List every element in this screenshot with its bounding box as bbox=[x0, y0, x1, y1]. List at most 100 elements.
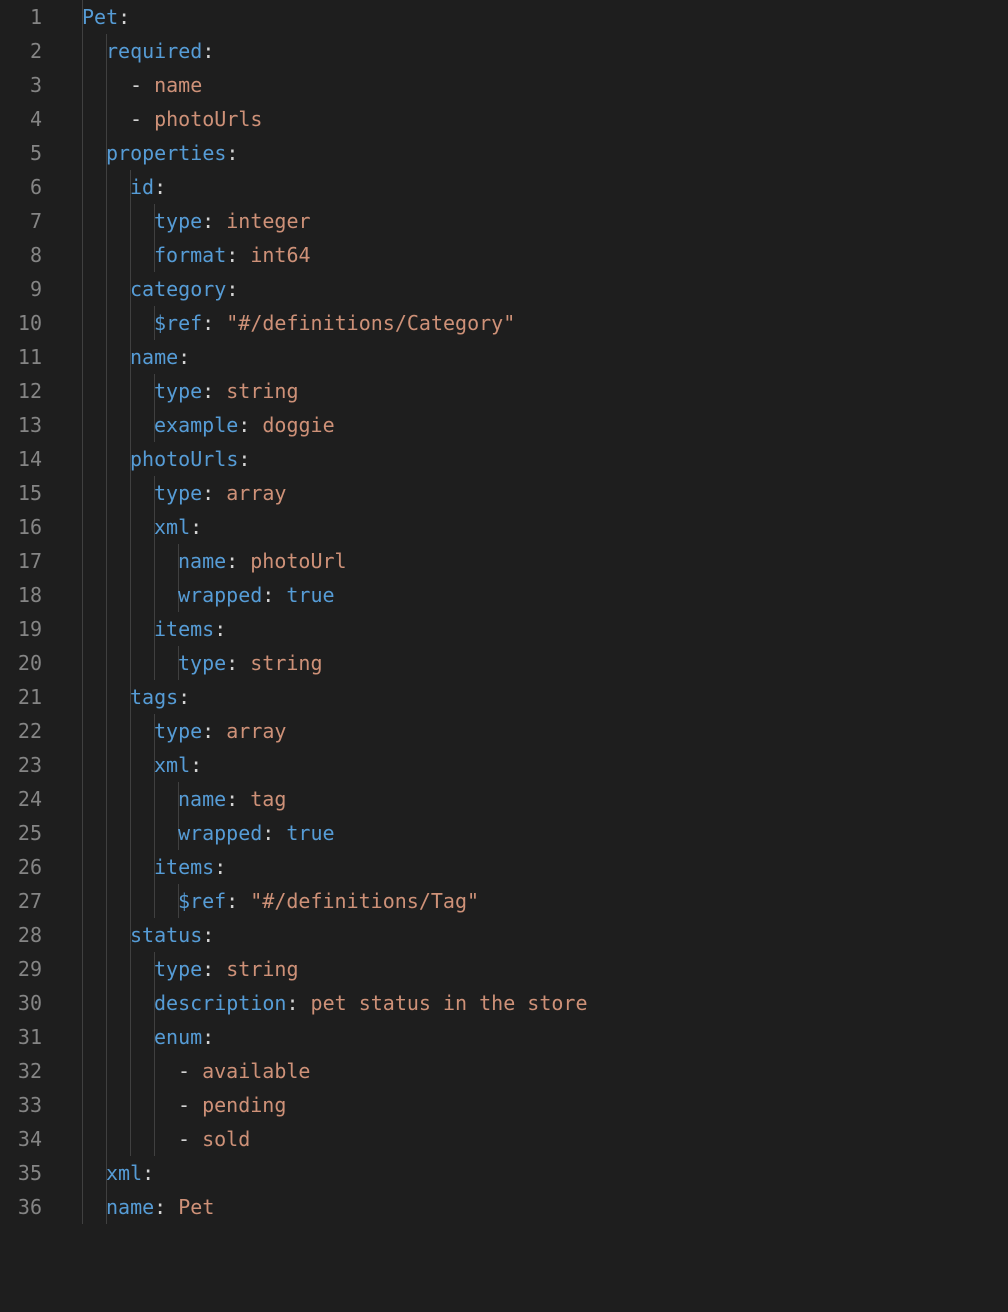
token-str: tag bbox=[250, 787, 286, 811]
token-dash: - bbox=[178, 1093, 190, 1117]
token-key: name bbox=[106, 1195, 154, 1219]
token-key: type bbox=[178, 651, 226, 675]
code-line[interactable]: wrapped: true bbox=[58, 816, 1008, 850]
line-number: 23 bbox=[0, 748, 42, 782]
line-number: 28 bbox=[0, 918, 42, 952]
token-punc: : bbox=[118, 5, 130, 29]
code-line-content: type: string bbox=[58, 651, 323, 675]
code-line[interactable]: - pending bbox=[58, 1088, 1008, 1122]
token-key: name bbox=[130, 345, 178, 369]
token-dash: - bbox=[130, 73, 142, 97]
token-punc: : bbox=[238, 413, 250, 437]
code-line[interactable]: xml: bbox=[58, 510, 1008, 544]
token-punc bbox=[214, 311, 226, 335]
code-line[interactable]: items: bbox=[58, 612, 1008, 646]
code-line[interactable]: - photoUrls bbox=[58, 102, 1008, 136]
token-key: description bbox=[154, 991, 286, 1015]
token-punc: : bbox=[142, 1161, 154, 1185]
code-line[interactable]: - name bbox=[58, 68, 1008, 102]
line-number: 22 bbox=[0, 714, 42, 748]
code-line-content: properties: bbox=[58, 141, 238, 165]
code-line[interactable]: xml: bbox=[58, 1156, 1008, 1190]
code-line[interactable]: - sold bbox=[58, 1122, 1008, 1156]
code-line[interactable]: - available bbox=[58, 1054, 1008, 1088]
code-line-content: - name bbox=[58, 73, 202, 97]
token-punc: : bbox=[202, 39, 214, 63]
token-punc: : bbox=[202, 481, 214, 505]
code-line-content: - photoUrls bbox=[58, 107, 262, 131]
token-str: string bbox=[226, 957, 298, 981]
code-line[interactable]: enum: bbox=[58, 1020, 1008, 1054]
code-line[interactable]: $ref: "#/definitions/Category" bbox=[58, 306, 1008, 340]
code-line[interactable]: type: string bbox=[58, 646, 1008, 680]
token-punc bbox=[274, 821, 286, 845]
token-str: photoUrls bbox=[154, 107, 262, 131]
token-key: $ref bbox=[178, 889, 226, 913]
token-punc bbox=[214, 209, 226, 233]
line-number: 13 bbox=[0, 408, 42, 442]
code-line[interactable]: tags: bbox=[58, 680, 1008, 714]
token-punc: : bbox=[190, 753, 202, 777]
code-line[interactable]: type: integer bbox=[58, 204, 1008, 238]
line-number: 26 bbox=[0, 850, 42, 884]
token-punc bbox=[274, 583, 286, 607]
token-punc: : bbox=[214, 617, 226, 641]
code-line-content: xml: bbox=[58, 515, 202, 539]
line-number: 35 bbox=[0, 1156, 42, 1190]
line-number: 3 bbox=[0, 68, 42, 102]
code-line-content: wrapped: true bbox=[58, 821, 335, 845]
code-area[interactable]: Pet:required:- name- photoUrlsproperties… bbox=[58, 0, 1008, 1312]
code-line[interactable]: type: string bbox=[58, 374, 1008, 408]
code-line[interactable]: xml: bbox=[58, 748, 1008, 782]
code-line[interactable]: wrapped: true bbox=[58, 578, 1008, 612]
token-str: "#/definitions/Tag" bbox=[250, 889, 479, 913]
token-dash: - bbox=[130, 107, 142, 131]
line-number: 32 bbox=[0, 1054, 42, 1088]
code-line[interactable]: id: bbox=[58, 170, 1008, 204]
token-punc bbox=[238, 787, 250, 811]
token-punc: : bbox=[226, 787, 238, 811]
token-str: name bbox=[154, 73, 202, 97]
code-line[interactable]: Pet: bbox=[58, 0, 1008, 34]
code-line-content: type: array bbox=[58, 481, 286, 505]
code-line[interactable]: type: array bbox=[58, 476, 1008, 510]
line-number: 5 bbox=[0, 136, 42, 170]
line-number: 20 bbox=[0, 646, 42, 680]
code-line[interactable]: example: doggie bbox=[58, 408, 1008, 442]
token-str: doggie bbox=[262, 413, 334, 437]
code-editor[interactable]: 1234567891011121314151617181920212223242… bbox=[0, 0, 1008, 1312]
token-punc bbox=[238, 549, 250, 573]
code-line[interactable]: required: bbox=[58, 34, 1008, 68]
code-line[interactable]: name: tag bbox=[58, 782, 1008, 816]
code-line[interactable]: $ref: "#/definitions/Tag" bbox=[58, 884, 1008, 918]
token-punc bbox=[250, 413, 262, 437]
code-line[interactable]: name: bbox=[58, 340, 1008, 374]
token-punc: : bbox=[226, 277, 238, 301]
code-line[interactable]: name: photoUrl bbox=[58, 544, 1008, 578]
code-line[interactable]: name: Pet bbox=[58, 1190, 1008, 1224]
token-punc bbox=[238, 651, 250, 675]
line-number: 33 bbox=[0, 1088, 42, 1122]
line-number: 27 bbox=[0, 884, 42, 918]
token-bool: true bbox=[286, 583, 334, 607]
code-line[interactable]: status: bbox=[58, 918, 1008, 952]
code-line[interactable]: description: pet status in the store bbox=[58, 986, 1008, 1020]
code-line[interactable]: type: string bbox=[58, 952, 1008, 986]
token-punc bbox=[214, 957, 226, 981]
code-line-content: type: integer bbox=[58, 209, 311, 233]
token-key: Pet bbox=[82, 5, 118, 29]
code-line-content: id: bbox=[58, 175, 166, 199]
token-key: name bbox=[178, 549, 226, 573]
code-line-content: name: bbox=[58, 345, 190, 369]
token-key: xml bbox=[106, 1161, 142, 1185]
code-line[interactable]: format: int64 bbox=[58, 238, 1008, 272]
code-line[interactable]: category: bbox=[58, 272, 1008, 306]
token-key: properties bbox=[106, 141, 226, 165]
token-key: $ref bbox=[154, 311, 202, 335]
code-line[interactable]: items: bbox=[58, 850, 1008, 884]
code-line[interactable]: type: array bbox=[58, 714, 1008, 748]
code-line[interactable]: properties: bbox=[58, 136, 1008, 170]
code-line-content: type: string bbox=[58, 957, 299, 981]
token-key: enum bbox=[154, 1025, 202, 1049]
code-line[interactable]: photoUrls: bbox=[58, 442, 1008, 476]
